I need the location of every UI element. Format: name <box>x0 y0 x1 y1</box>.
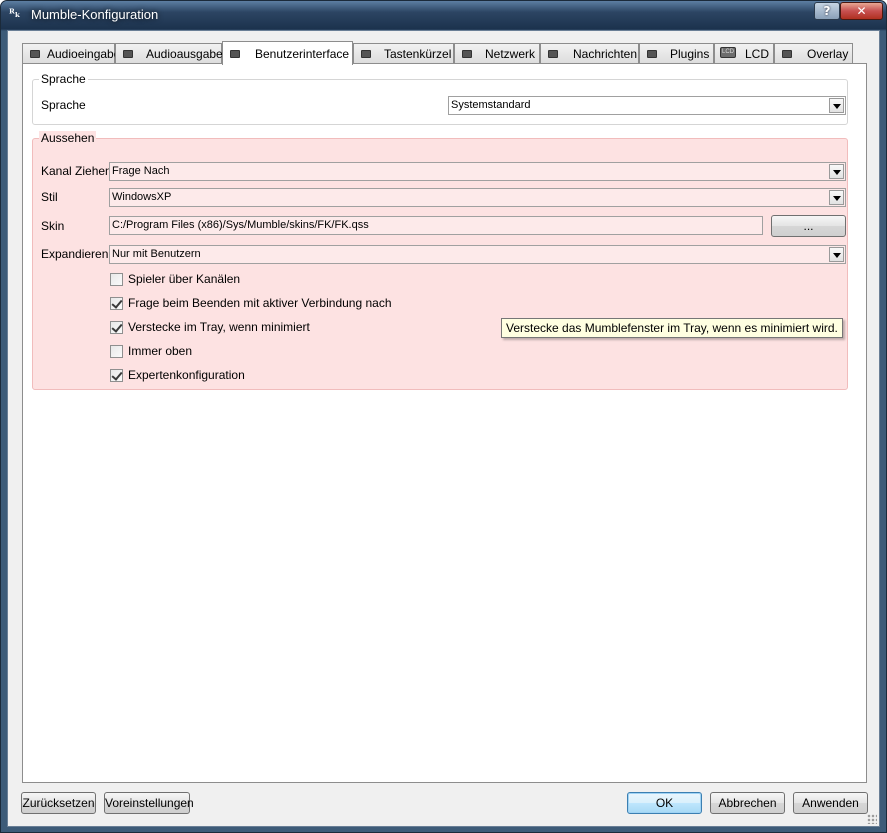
tab-lcd[interactable]: LCD LCD <box>714 43 774 64</box>
tab-label: LCD <box>745 47 770 61</box>
skin-path-input[interactable]: C:/Program Files (x86)/Sys/Mumble/skins/… <box>109 216 763 235</box>
window-title: Mumble-Konfiguration <box>31 7 159 22</box>
defaults-button[interactable]: Voreinstellungen <box>104 792 194 814</box>
tab-nachrichten[interactable]: Nachrichten <box>540 43 639 64</box>
help-button[interactable]: ? <box>814 2 840 20</box>
speaker-icon <box>123 50 133 58</box>
message-icon <box>548 50 558 58</box>
tab-label: Audioeingabe <box>47 47 121 61</box>
keyboard-icon <box>361 50 371 58</box>
checkbox-box[interactable] <box>110 321 123 334</box>
skin-browse-button[interactable]: ... <box>771 215 846 237</box>
tooltip: Verstecke das Mumblefenster im Tray, wen… <box>501 318 843 338</box>
mumble-app-icon: ᴿₖ <box>9 7 21 20</box>
tab-label: Plugins <box>670 47 710 61</box>
language-select-value: Systemstandard <box>451 99 531 111</box>
chevron-down-icon[interactable] <box>829 164 844 179</box>
checkbox-box[interactable] <box>110 297 123 310</box>
stil-value: WindowsXP <box>112 191 172 203</box>
skin-label: Skin <box>41 219 65 233</box>
aussehen-group-title: Aussehen <box>39 131 97 145</box>
expandieren-value: Nur mit Benutzern <box>112 248 201 260</box>
chevron-down-icon[interactable] <box>829 190 844 205</box>
plugin-icon <box>647 50 657 58</box>
title-bar[interactable]: ᴿₖ Mumble-Konfiguration ? ✕ <box>1 1 886 29</box>
kanal-ziehen-label: Kanal Ziehen <box>41 164 112 178</box>
dialog-body: Audioeingabe Audioausgabe Benutzerinterf… <box>7 30 880 827</box>
tab-label: Audioausgabe <box>146 47 223 61</box>
close-button[interactable]: ✕ <box>840 2 883 20</box>
expandieren-label: Expandieren <box>41 247 109 261</box>
resize-grip-icon[interactable] <box>867 814 877 824</box>
tab-label: Nachrichten <box>573 47 638 61</box>
window-icon <box>230 50 240 58</box>
tab-tastenkuerzel[interactable]: Tastenkürzel <box>353 43 454 64</box>
tab-label: Tastenkürzel <box>384 47 452 61</box>
language-select[interactable]: Systemstandard <box>448 96 846 115</box>
checkbox-label: Spieler über Kanälen <box>128 272 241 286</box>
microphone-icon <box>30 50 40 58</box>
checkbox-label: Verstecke im Tray, wenn minimiert <box>128 320 310 334</box>
tab-label: Overlay <box>807 47 849 61</box>
tab-netzwerk[interactable]: Netzwerk <box>454 43 540 64</box>
chevron-down-icon[interactable] <box>829 98 844 113</box>
tab-panel-benutzerinterface: Sprache Sprache Systemstandard Aussehen … <box>22 63 867 783</box>
reset-button[interactable]: Zurücksetzen <box>21 792 96 814</box>
checkbox-box[interactable] <box>110 273 123 286</box>
sprache-label: Sprache <box>41 98 86 112</box>
tab-label: Netzwerk <box>485 47 536 61</box>
cancel-button[interactable]: Abbrechen <box>710 792 785 814</box>
checkbox-label: Expertenkonfiguration <box>128 368 245 382</box>
tab-audioausgabe[interactable]: Audioausgabe <box>115 43 223 64</box>
sprache-groupbox: Sprache Sprache Systemstandard <box>32 72 848 125</box>
stil-select[interactable]: WindowsXP <box>109 188 846 207</box>
checkbox-label: Frage beim Beenden mit aktiver Verbindun… <box>128 296 392 310</box>
lcd-icon: LCD <box>720 47 736 58</box>
checkbox-box[interactable] <box>110 345 123 358</box>
checkbox-box[interactable] <box>110 369 123 382</box>
tab-benutzerinterface[interactable]: Benutzerinterface <box>222 41 353 65</box>
config-window: ᴿₖ Mumble-Konfiguration ? ✕ Audioeingabe… <box>0 0 887 833</box>
chevron-down-icon[interactable] <box>829 247 844 262</box>
kanal-ziehen-select[interactable]: Frage Nach <box>109 162 846 181</box>
tab-plugins[interactable]: Plugins <box>639 43 714 64</box>
sprache-group-title: Sprache <box>39 72 88 86</box>
aussehen-groupbox: Aussehen Kanal Ziehen Frage Nach Stil Wi… <box>32 131 848 390</box>
ok-button[interactable]: OK <box>627 792 702 814</box>
tab-label: Benutzerinterface <box>255 47 350 61</box>
stil-label: Stil <box>41 190 58 204</box>
tab-overlay[interactable]: Overlay <box>774 43 853 64</box>
expandieren-select[interactable]: Nur mit Benutzern <box>109 245 846 264</box>
tab-audioeingabe[interactable]: Audioeingabe <box>22 43 120 64</box>
apply-button[interactable]: Anwenden <box>793 792 868 814</box>
overlay-icon <box>782 50 792 58</box>
kanal-ziehen-value: Frage Nach <box>112 165 170 177</box>
checkbox-label: Immer oben <box>128 344 193 358</box>
skin-path-value: C:/Program Files (x86)/Sys/Mumble/skins/… <box>112 219 369 231</box>
network-icon <box>462 50 472 58</box>
